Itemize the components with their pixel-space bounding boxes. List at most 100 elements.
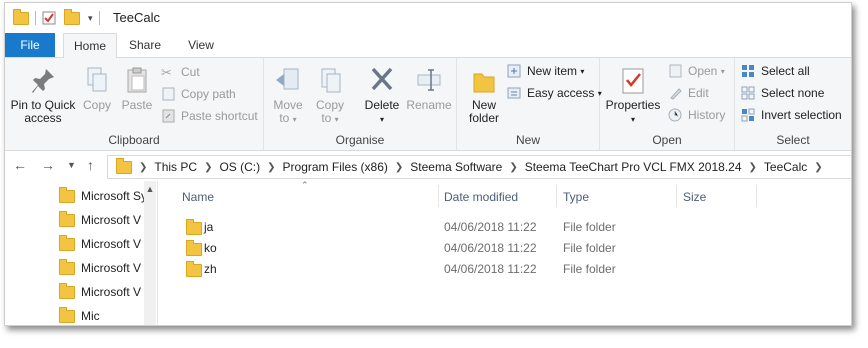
nav-item-label: Microsoft V [81,261,142,275]
copy-button[interactable]: Copy [79,66,115,112]
history-label: History [688,108,726,122]
paste-shortcut-label: Paste shortcut [181,109,258,123]
cut-label: Cut [181,65,200,79]
properties-button[interactable]: Properties ▾ [604,66,662,126]
select-none-button[interactable]: Select none [741,86,824,100]
properties-check-icon[interactable] [42,11,56,25]
rename-label: Rename [406,98,452,112]
copy-path-button[interactable]: Copy path [161,87,236,101]
select-all-icon [742,65,754,77]
folder-icon [59,306,75,323]
file-row[interactable]: ko 04/06/2018 11:22 File folder [176,238,736,258]
easy-access-label: Easy access [527,86,595,100]
select-all-label: Select all [761,64,810,78]
easy-access-button[interactable]: Easy access ▾ [507,86,602,100]
folder-icon [59,234,75,251]
delete-label: Delete [364,98,400,112]
nav-item[interactable]: Microsoft V [59,281,141,303]
column-divider[interactable] [556,185,557,207]
organise-group-label: Organise [335,133,385,147]
file-type: File folder [563,262,616,276]
history-button[interactable]: History [668,108,725,122]
chevron-right-icon[interactable]: ❯ [204,162,212,173]
rename-button[interactable]: Rename [406,66,452,112]
chevron-right-icon[interactable]: ❯ [267,162,275,173]
copy-to-button[interactable]: Copy to ▾ [310,66,350,126]
paste-shortcut-button[interactable]: Paste shortcut [161,109,258,123]
open-icon [669,64,682,78]
properties-icon [622,68,644,94]
breadcrumb-teecalc[interactable]: TeeCalc [764,160,807,174]
new-group: New folder New item ▾ Easy access ▾ New [457,58,602,150]
file-type: File folder [563,241,616,255]
chevron-right-icon[interactable]: ❯ [814,162,822,173]
cut-button[interactable]: ✂ Cut [161,65,200,80]
column-header-name[interactable]: Name [182,190,214,204]
file-type: File folder [563,220,616,234]
file-name: zh [204,262,217,276]
column-header-size[interactable]: Size [683,190,706,204]
nav-item-label: Microsoft V [81,237,142,251]
file-row[interactable]: ja 04/06/2018 11:22 File folder [176,217,736,237]
column-divider[interactable] [676,185,677,207]
nav-item-label: Mic [81,309,100,323]
nav-item[interactable]: Mic [59,305,100,325]
select-all-button[interactable]: Select all [741,64,810,78]
chevron-right-icon[interactable]: ❯ [509,162,517,173]
invert-selection-button[interactable]: Invert selection [741,108,842,122]
move-to-button[interactable]: Move to ▾ [270,66,306,126]
column-header-type[interactable]: Type [563,190,589,204]
explorer-window: ▾ TeeCalc File Home Share View Pin to Qu… [4,2,852,326]
tab-share[interactable]: Share [125,33,165,57]
chevron-right-icon[interactable]: ❯ [749,162,757,173]
new-folder-button[interactable]: New folder [461,66,507,125]
column-divider[interactable] [756,185,757,207]
recent-locations-chevron-icon[interactable]: ▼ [67,160,76,170]
breadcrumb-program-files[interactable]: Program Files (x86) [283,160,388,174]
up-arrow-icon[interactable]: ↑ [87,157,94,173]
copy-path-label: Copy path [181,87,236,101]
folder-icon [186,261,202,277]
customize-toolbar-icon[interactable]: ▾ [88,13,93,24]
invert-selection-label: Invert selection [761,108,842,122]
chevron-right-icon[interactable]: ❯ [139,162,147,173]
tab-view[interactable]: View [183,33,219,57]
select-none-label: Select none [761,86,825,100]
divider [35,11,36,25]
breadcrumb-drive[interactable]: OS (C:) [219,160,260,174]
column-header-date-modified[interactable]: Date modified [444,190,518,204]
new-item-button[interactable]: New item ▾ [507,64,584,78]
properties-label: Properties [605,98,661,112]
scroll-up-arrow-icon[interactable]: ▲ [144,183,156,195]
file-row[interactable]: zh 04/06/2018 11:22 File folder [176,259,736,279]
paste-button[interactable]: Paste [119,66,155,112]
nav-item[interactable]: Microsoft V [59,233,141,255]
clipboard-group: Pin to Quick access Copy Paste ✂ Cut Cop… [5,58,264,150]
file-name: ja [204,220,214,234]
breadcrumb-steema-software[interactable]: Steema Software [410,160,502,174]
pin-to-quick-access-button[interactable]: Pin to Quick access [7,66,79,125]
back-arrow-icon[interactable]: ← [13,157,27,173]
new-folder-icon[interactable] [64,8,80,25]
file-name: ko [204,241,217,255]
forward-arrow-icon[interactable]: → [41,157,55,173]
open-label: Open [688,64,718,78]
invert-selection-icon [741,108,755,122]
tab-home[interactable]: Home [63,33,117,59]
paste-label: Paste [121,98,153,112]
open-group-label: Open [652,133,682,147]
tab-file[interactable]: File [5,33,55,57]
breadcrumb-this-pc[interactable]: This PC [154,160,197,174]
open-button[interactable]: Open ▾ [668,64,725,78]
chevron-right-icon[interactable]: ❯ [395,162,403,173]
breadcrumb-teechart[interactable]: Steema TeeChart Pro VCL FMX 2018.24 [525,160,742,174]
edit-button[interactable]: Edit [668,86,709,100]
address-bar[interactable]: ❯ This PC ❯ OS (C:) ❯ Program Files (x86… [107,155,851,179]
nav-pane-scrollbar[interactable]: ▲ [144,181,156,325]
nav-item[interactable]: Microsoft V [59,209,141,231]
edit-pencil-icon [670,88,682,100]
column-divider[interactable] [438,185,439,207]
nav-item[interactable]: Microsoft Sy [59,185,147,207]
delete-button[interactable]: Delete ▾ [360,66,404,126]
nav-item[interactable]: Microsoft V [59,257,141,279]
